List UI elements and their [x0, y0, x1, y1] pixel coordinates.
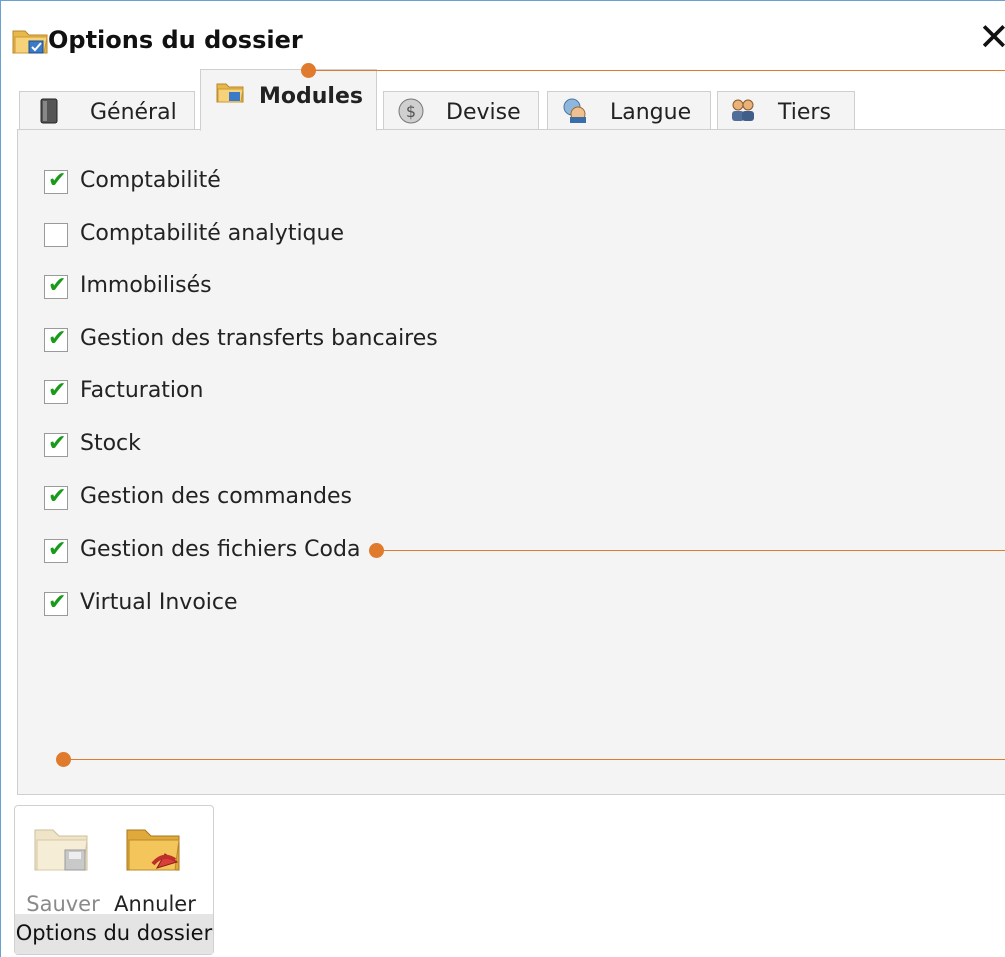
module-label: Immobilisés [80, 273, 212, 298]
save-button[interactable]: Sauver [19, 812, 107, 918]
folder-save-icon [34, 829, 88, 871]
tab-langue[interactable]: Langue [547, 91, 711, 131]
tab-general[interactable]: Général [19, 91, 195, 131]
annotation-line [377, 550, 1005, 551]
ribbon-group: Sauver Annuler Options du dossier [14, 805, 214, 955]
cancel-label: Annuler [114, 892, 196, 916]
folder-modules-icon [216, 83, 244, 103]
options-dialog: Options du dossier ✕ Général Modules $ D… [0, 0, 1005, 957]
checkbox[interactable]: ✔ [44, 168, 68, 194]
book-icon [40, 98, 58, 124]
annotation-dot [301, 63, 316, 78]
save-label: Sauver [26, 892, 100, 916]
checkmark-icon: ✔ [48, 273, 67, 298]
checkbox[interactable]: ✔ [44, 273, 68, 299]
currency-icon: $ [398, 98, 424, 124]
checkmark-icon: ✔ [48, 168, 67, 193]
checkmark-icon: ✔ [48, 537, 67, 562]
checkbox[interactable]: ✔ [44, 484, 68, 510]
module-label: Comptabilité [80, 168, 221, 193]
users-icon [732, 99, 754, 121]
folder-cancel-icon [126, 829, 180, 871]
close-icon[interactable]: ✕ [978, 15, 1005, 59]
folder-settings-icon [12, 30, 48, 54]
module-label: Stock [80, 431, 141, 456]
tab-label: Modules [259, 84, 363, 109]
annotation-dot [56, 752, 71, 767]
tab-strip: Général Modules $ Devise Langue Tiers [1, 67, 1005, 131]
tab-devise[interactable]: $ Devise [383, 91, 539, 131]
cancel-button[interactable]: Annuler [111, 812, 199, 918]
checkmark-icon: ✔ [48, 431, 67, 456]
module-label: Gestion des fichiers Coda [80, 537, 361, 562]
svg-text:$: $ [406, 102, 416, 121]
title-bar: Options du dossier ✕ [1, 1, 1005, 67]
checkmark-icon: ✔ [48, 590, 67, 615]
checkbox[interactable]: ✔ [44, 590, 68, 616]
module-label: Virtual Invoice [80, 590, 238, 615]
checkbox[interactable] [44, 223, 68, 247]
dialog-title: Options du dossier [48, 26, 303, 54]
module-label: Gestion des transferts bancaires [80, 326, 438, 351]
annotation-line [309, 70, 1005, 71]
checkbox[interactable]: ✔ [44, 537, 68, 563]
modules-panel: ✔ Comptabilité Comptabilité analytique ✔… [17, 129, 1005, 795]
module-label: Gestion des commandes [80, 484, 352, 509]
tab-tiers[interactable]: Tiers [717, 91, 855, 131]
annotation-line [63, 759, 1005, 760]
tab-label: Général [90, 100, 177, 125]
language-icon [563, 98, 586, 123]
checkbox[interactable]: ✔ [44, 326, 68, 352]
checkmark-icon: ✔ [48, 326, 67, 351]
ribbon-group-label: Options du dossier [15, 914, 213, 954]
checkbox[interactable]: ✔ [44, 431, 68, 457]
tab-label: Langue [610, 100, 692, 125]
annotation-dot [369, 543, 384, 558]
checkmark-icon: ✔ [48, 484, 67, 509]
tab-label: Tiers [778, 100, 831, 125]
checkmark-icon: ✔ [48, 378, 67, 403]
tab-label: Devise [446, 100, 521, 125]
checkbox[interactable]: ✔ [44, 378, 68, 404]
module-label: Facturation [80, 378, 204, 403]
tab-modules[interactable]: Modules [200, 69, 377, 131]
module-label: Comptabilité analytique [80, 221, 344, 246]
